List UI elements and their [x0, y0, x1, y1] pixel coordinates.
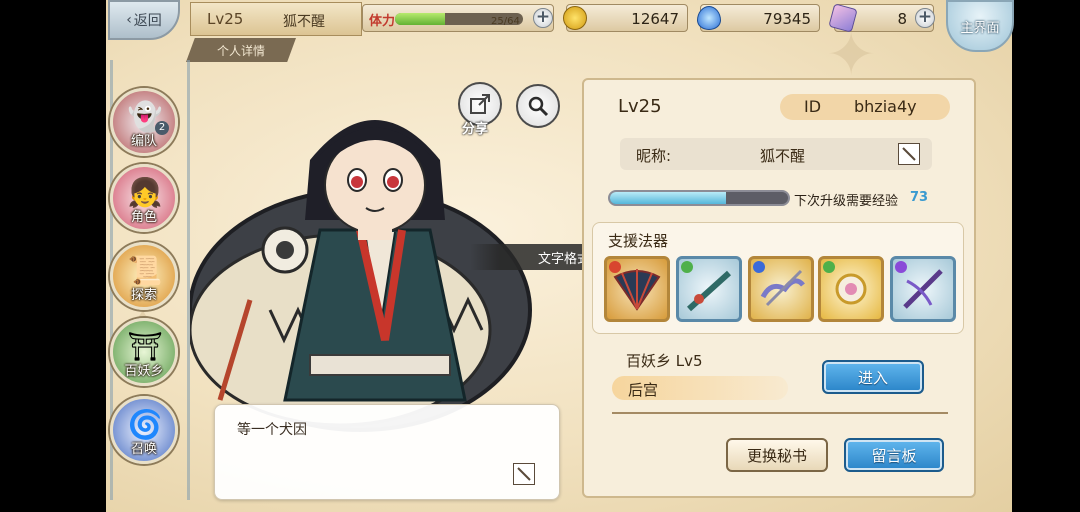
id-label: ID	[804, 97, 822, 116]
nickname-value: 狐不醒	[760, 147, 806, 165]
stamina-bar: 体力 25/64 +	[362, 4, 554, 32]
menu-item-label: 百妖乡	[124, 364, 164, 379]
chevron-left-icon: ‹	[126, 12, 132, 28]
magnifier-icon	[528, 96, 549, 117]
stamina-label: 体力	[369, 14, 396, 29]
blue-flame-icon	[697, 6, 721, 30]
nickname-field: 昵称: 狐不醒	[620, 138, 932, 170]
support-relics-title: 支援法器	[608, 232, 669, 250]
player-level: Lv25	[207, 10, 244, 28]
harem-label: 后宫	[628, 381, 659, 399]
element-gem-icon	[823, 261, 835, 273]
main-screen-button[interactable]: 主界面	[946, 0, 1014, 52]
menu-item-explore[interactable]: 📜 探索	[110, 242, 178, 310]
edit-message-icon[interactable]	[513, 463, 535, 485]
player-level-banner: Lv25 狐不醒	[190, 2, 362, 36]
menu-item-label: 召唤	[130, 442, 157, 457]
game-screen: ✦ ✦ ‹ 返回 Lv25 狐不醒 个人详情 体力 25/64 + 12647 …	[0, 0, 1080, 512]
gold-amount: 12647	[631, 10, 679, 28]
stamina-fill	[395, 13, 445, 25]
back-button-label: 返回	[133, 13, 162, 29]
element-gem-icon	[609, 261, 621, 273]
gold-counter: 12647	[563, 4, 688, 32]
exp-progress-bar	[608, 190, 790, 206]
exp-needed-value: 73	[910, 190, 929, 205]
relic-slot-sword[interactable]	[676, 256, 742, 322]
relic-slot-fan[interactable]	[604, 256, 670, 322]
crystal-amount: 8	[897, 10, 907, 28]
stamina-value: 25/64	[491, 16, 520, 27]
add-stamina-button[interactable]: +	[533, 8, 553, 28]
relic-slot-crossbow[interactable]	[890, 256, 956, 322]
harem-label-bar: 后宫	[612, 376, 788, 400]
signature-message: 等一个犬因	[237, 422, 307, 438]
menu-item-village[interactable]: ⛩ 百妖乡	[110, 318, 178, 386]
menu-item-label: 探索	[130, 288, 157, 303]
crystal-counter: 8 +	[828, 3, 935, 33]
signature-message-box[interactable]: 等一个犬因	[214, 404, 560, 500]
zoom-button[interactable]	[516, 84, 560, 128]
edit-nickname-icon[interactable]	[898, 143, 920, 165]
gold-coin-icon	[563, 6, 587, 30]
element-gem-icon	[753, 261, 765, 273]
soul-counter: 79345	[697, 4, 820, 32]
element-gem-icon	[681, 261, 693, 273]
menu-item-label: 角色	[130, 210, 157, 225]
player-id-box: ID bhzia4y	[780, 94, 950, 120]
relic-slot-orb[interactable]	[818, 256, 884, 322]
id-value: bhzia4y	[854, 97, 917, 116]
share-button-label: 分享	[462, 122, 489, 137]
soul-amount: 79345	[763, 10, 811, 28]
tab-personal-details[interactable]: 个人详情	[186, 38, 296, 62]
relic-slot-cloud-blade[interactable]	[748, 256, 814, 322]
menu-item-characters[interactable]: 👧 角色	[110, 164, 178, 232]
change-secretary-button[interactable]: 更换秘书	[726, 438, 828, 472]
share-icon	[470, 94, 490, 114]
exp-needed-label: 下次升级需要经验	[794, 194, 899, 209]
enter-village-button[interactable]: 进入	[822, 360, 924, 394]
menu-item-team[interactable]: 👻 2 编队	[110, 88, 178, 156]
menu-item-summon[interactable]: 🌀 召唤	[110, 396, 178, 464]
section-divider	[612, 412, 948, 414]
nickname-label: 昵称:	[636, 147, 672, 165]
exp-progress-fill	[610, 192, 726, 204]
element-gem-icon	[895, 261, 907, 273]
message-board-button[interactable]: 留言板	[844, 438, 944, 472]
player-name: 狐不醒	[283, 14, 325, 30]
profile-level: Lv25	[618, 96, 662, 117]
village-level: 百妖乡 Lv5	[626, 352, 703, 370]
menu-item-label: 编队	[130, 134, 157, 149]
add-crystal-button[interactable]: +	[915, 8, 935, 28]
